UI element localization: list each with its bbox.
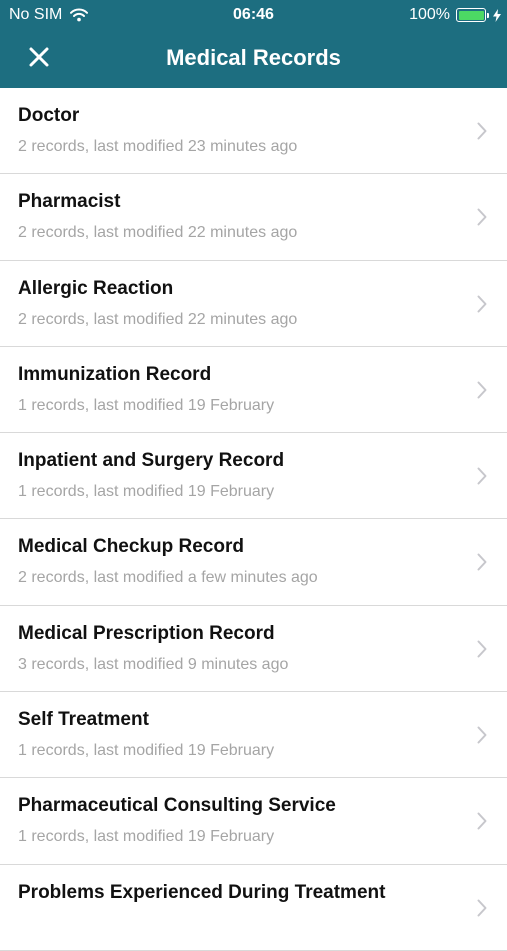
item-title: Medical Prescription Record [18, 622, 275, 644]
item-subtitle: 1 records, last modified 19 February [18, 828, 275, 846]
chevron-right-icon [477, 467, 487, 485]
list-item-problems-during-treatment[interactable]: Problems Experienced During Treatment [0, 865, 507, 951]
chevron-right-icon [477, 899, 487, 917]
chevron-right-icon [477, 640, 487, 658]
item-title: Problems Experienced During Treatment [18, 881, 386, 903]
item-subtitle: 2 records, last modified 23 minutes ago [18, 138, 298, 155]
item-subtitle: 3 records, last modified 9 minutes ago [18, 655, 289, 673]
chevron-right-icon [477, 208, 487, 226]
item-title: Doctor [18, 105, 80, 126]
battery-icon [456, 8, 486, 22]
item-title: Pharmaceutical Consulting Service [18, 795, 336, 817]
status-time: 06:46 [233, 6, 274, 23]
list-item-inpatient-surgery-record[interactable]: Inpatient and Surgery Record 1 records, … [0, 433, 507, 520]
list-item-pharmaceutical-consulting-service[interactable]: Pharmaceutical Consulting Service 1 reco… [0, 778, 507, 865]
list-item-medical-checkup-record[interactable]: Medical Checkup Record 2 records, last m… [0, 519, 507, 606]
item-subtitle: 2 records, last modified a few minutes a… [18, 569, 318, 587]
status-left: No SIM [9, 6, 89, 24]
chevron-right-icon [477, 295, 487, 313]
item-title: Inpatient and Surgery Record [18, 450, 285, 472]
item-title: Medical Checkup Record [18, 536, 244, 558]
charging-bolt-icon [493, 8, 501, 22]
list-item-allergic-reaction[interactable]: Allergic Reaction 2 records, last modifi… [0, 261, 507, 347]
records-list: Doctor 2 records, last modified 23 minut… [0, 88, 507, 951]
battery-cap [487, 12, 489, 18]
wifi-icon [70, 8, 89, 22]
chevron-right-icon [477, 553, 487, 571]
list-item-pharmacist[interactable]: Pharmacist 2 records, last modified 22 m… [0, 174, 507, 261]
battery-level [458, 10, 484, 20]
item-subtitle: 2 records, last modified 22 minutes ago [18, 310, 298, 328]
list-item-immunization-record[interactable]: Immunization Record 1 records, last modi… [0, 347, 507, 434]
item-subtitle: 1 records, last modified 19 February [18, 396, 275, 414]
status-bar: No SIM 06:46 100% [0, 0, 507, 30]
carrier-label: No SIM [9, 6, 63, 23]
item-subtitle: 1 records, last modified 19 February [18, 742, 275, 760]
item-subtitle: 1 records, last modified 19 February [18, 483, 275, 501]
battery-percentage: 100% [409, 6, 450, 23]
status-right: 100% [409, 6, 501, 24]
item-title: Pharmacist [18, 191, 121, 213]
close-icon [29, 47, 49, 67]
chevron-right-icon [477, 381, 487, 399]
header: No SIM 06:46 100% Medical Records [0, 0, 507, 88]
nav-bar: Medical Records [0, 30, 507, 88]
chevron-right-icon [477, 812, 487, 830]
item-title: Self Treatment [18, 709, 149, 731]
chevron-right-icon [477, 122, 487, 140]
list-item-self-treatment[interactable]: Self Treatment 1 records, last modified … [0, 692, 507, 779]
close-button[interactable] [24, 42, 54, 72]
list-item-medical-prescription-record[interactable]: Medical Prescription Record 3 records, l… [0, 606, 507, 693]
chevron-right-icon [477, 726, 487, 744]
item-subtitle: 2 records, last modified 22 minutes ago [18, 224, 298, 242]
list-item-doctor[interactable]: Doctor 2 records, last modified 23 minut… [0, 88, 507, 175]
page-title: Medical Records [166, 45, 341, 70]
item-title: Immunization Record [18, 363, 212, 385]
item-title: Allergic Reaction [18, 277, 174, 299]
